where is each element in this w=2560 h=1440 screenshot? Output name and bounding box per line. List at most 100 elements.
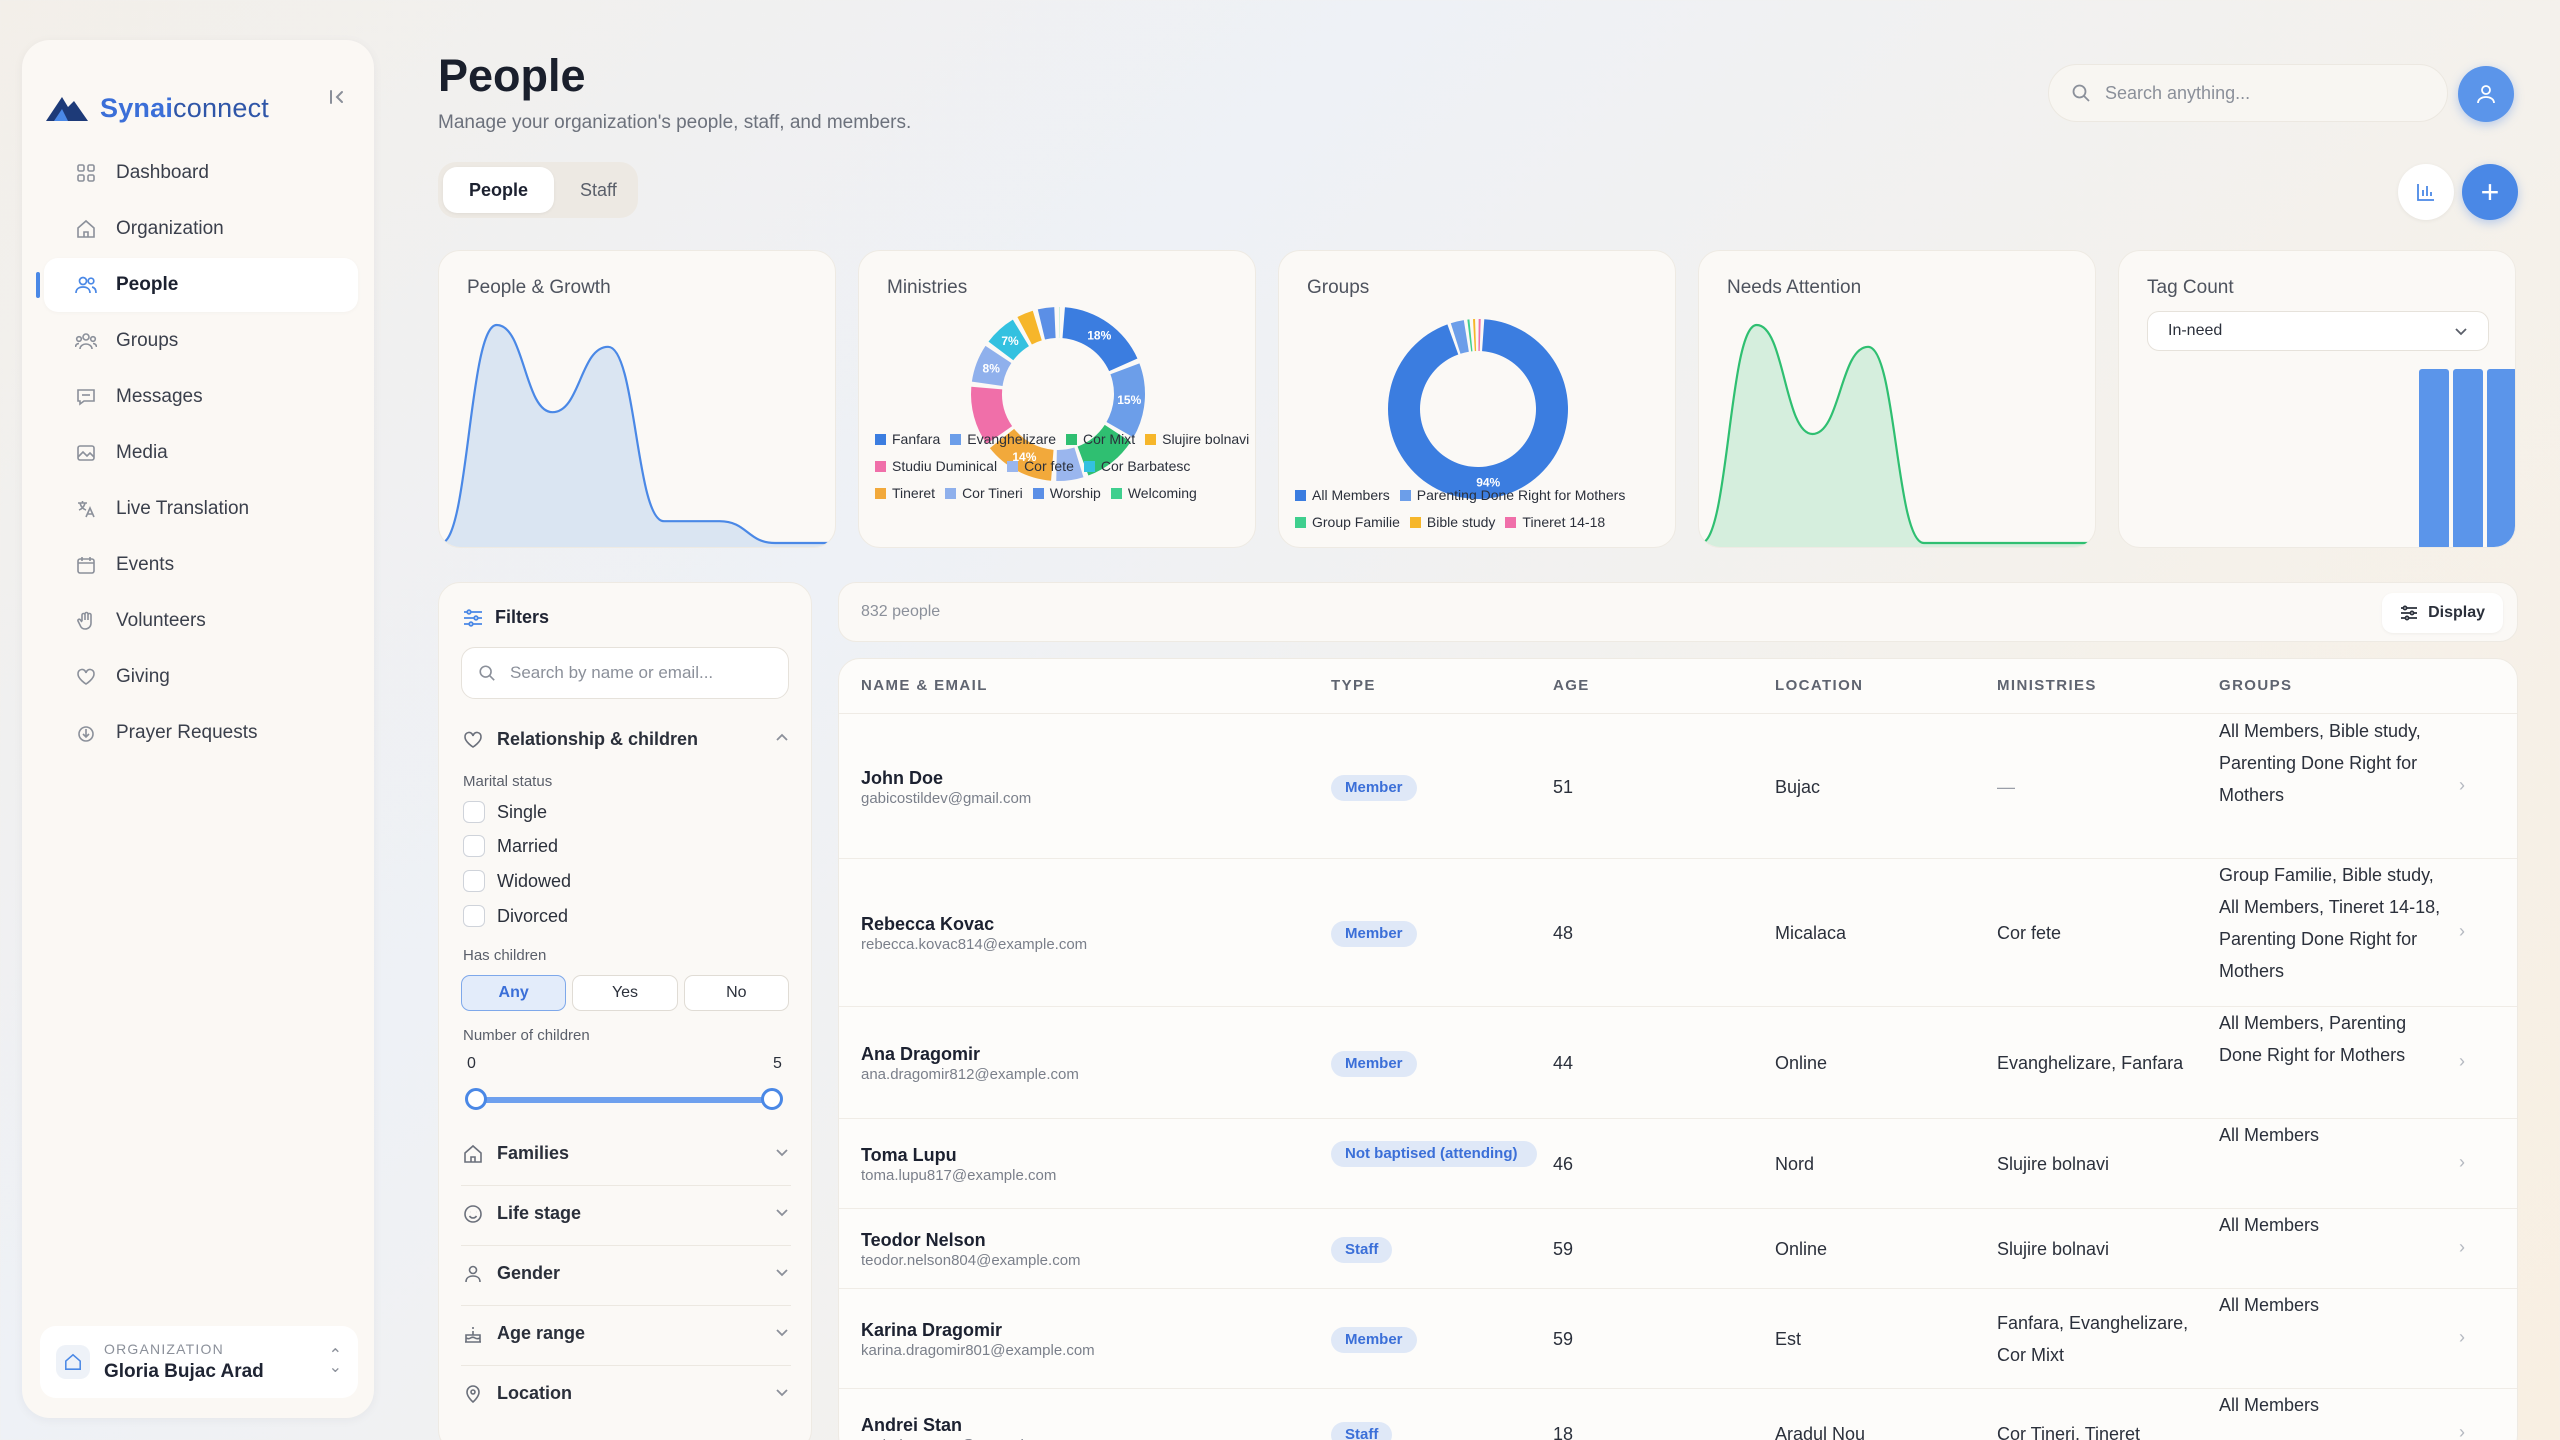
card-title: People & Growth <box>467 277 611 298</box>
legend-swatch <box>1065 433 1077 445</box>
legend-item: Group Familie <box>1295 514 1400 530</box>
user-avatar-button[interactable] <box>2458 66 2514 122</box>
location-cell: Online <box>1775 1239 1828 1259</box>
calendar-icon <box>74 553 98 577</box>
chevron-right-icon[interactable]: › <box>2459 1422 2465 1440</box>
slice-bible-study[interactable] <box>1472 319 1477 352</box>
section-life-stage[interactable]: Life stage <box>463 1203 789 1224</box>
slice-group-familie[interactable] <box>1467 319 1473 352</box>
children-range-track[interactable] <box>477 1097 773 1103</box>
sidebar-item-people[interactable]: People <box>36 258 358 312</box>
person-name[interactable]: Toma Lupu <box>861 1144 1056 1166</box>
range-thumb-min[interactable] <box>465 1088 487 1110</box>
sidebar-item-messages[interactable]: Messages <box>44 370 358 424</box>
sidebar-item-groups[interactable]: Groups <box>44 314 358 368</box>
checkbox-box[interactable] <box>463 905 485 927</box>
section-families[interactable]: Families <box>463 1143 789 1164</box>
tag-bar[interactable] <box>2487 369 2516 548</box>
chevron-right-icon[interactable]: › <box>2459 1051 2465 1072</box>
checkbox-box[interactable] <box>463 870 485 892</box>
checkbox-divorced[interactable]: Divorced <box>463 905 568 927</box>
app-logo[interactable]: Synaiconnect <box>44 80 269 136</box>
table-row[interactable]: Andrei Stan andrei.stan819@example.com S… <box>839 1389 2517 1440</box>
person-name[interactable]: Teodor Nelson <box>861 1229 1081 1251</box>
legend-label: Parenting Done Right for Mothers <box>1416 487 1626 503</box>
section-relationship-children[interactable]: Relationship & children <box>463 729 789 750</box>
sidebar-item-label: Dashboard <box>116 162 209 183</box>
slice-welcoming[interactable] <box>1058 307 1060 339</box>
home-icon <box>74 217 98 241</box>
search-placeholder: Search anything... <box>2105 82 2251 103</box>
table-row[interactable]: John Doe gabicostildev@gmail.com Member … <box>839 715 2517 859</box>
table-row[interactable]: Karina Dragomir karina.dragomir801@examp… <box>839 1289 2517 1389</box>
legend-item: Cor Tineri <box>945 485 1023 501</box>
filter-search-input[interactable]: Search by name or email... <box>461 647 789 699</box>
sidebar-item-giving[interactable]: Giving <box>44 650 358 704</box>
person-name[interactable]: Rebecca Kovac <box>861 913 1087 935</box>
checkbox-married[interactable]: Married <box>463 835 558 857</box>
table-row[interactable]: Rebecca Kovac rebecca.kovac814@example.c… <box>839 859 2517 1007</box>
column-header-age[interactable]: AGE <box>1553 677 1590 694</box>
organization-switcher[interactable]: ORGANIZATION Gloria Bujac Arad ⌃ ⌄ <box>40 1326 358 1398</box>
slice-all-members[interactable] <box>1388 319 1568 499</box>
section-gender[interactable]: Gender <box>463 1263 789 1284</box>
person-email: karina.dragomir801@example.com <box>861 1342 1095 1359</box>
option-no[interactable]: No <box>683 975 789 1011</box>
tag-bar[interactable] <box>2453 369 2483 548</box>
range-thumb-max[interactable] <box>761 1088 783 1110</box>
slice-worship[interactable] <box>1037 307 1056 340</box>
collapse-sidebar-icon[interactable] <box>320 80 354 114</box>
chevron-right-icon[interactable]: › <box>2459 1327 2465 1348</box>
legend-swatch <box>1032 487 1044 499</box>
person-name[interactable]: Ana Dragomir <box>861 1043 1079 1065</box>
table-row[interactable]: Toma Lupu toma.lupu817@example.com Not b… <box>839 1119 2517 1209</box>
tab-people[interactable]: People <box>443 167 555 213</box>
column-header-name[interactable]: NAME & EMAIL <box>861 677 988 694</box>
display-options-button[interactable]: Display <box>2382 593 2503 633</box>
option-any[interactable]: Any <box>461 975 567 1011</box>
table-row[interactable]: Teodor Nelson teodor.nelson804@example.c… <box>839 1209 2517 1289</box>
slice-tineret-14-18[interactable] <box>1478 319 1481 352</box>
card-ministries: Ministries 18% 15% 14% 8% 7% Fanfara Evanghel… <box>858 250 1256 548</box>
person-name[interactable]: Karina Dragomir <box>861 1319 1095 1341</box>
chevron-right-icon[interactable]: › <box>2459 775 2465 796</box>
column-header-location[interactable]: LOCATION <box>1775 677 1863 694</box>
chevron-right-icon[interactable]: › <box>2459 1237 2465 1258</box>
checkbox-box[interactable] <box>463 835 485 857</box>
sidebar-item-events[interactable]: Events <box>44 538 358 592</box>
checkbox-single[interactable]: Single <box>463 801 547 823</box>
chevron-right-icon[interactable]: › <box>2459 1152 2465 1173</box>
location-cell: Micalaca <box>1775 923 1847 943</box>
tag-bar[interactable] <box>2419 369 2449 548</box>
ministries-cell: Evanghelizare, Fanfara <box>1997 1053 2184 1073</box>
legend-label: Evanghelizare <box>967 431 1056 447</box>
area-fill <box>1701 325 2091 547</box>
column-header-ministries[interactable]: MINISTRIES <box>1997 677 2097 694</box>
analytics-button[interactable] <box>2398 164 2454 220</box>
legend-swatch <box>875 460 886 472</box>
sidebar-item-media[interactable]: Media <box>44 426 358 480</box>
global-search-input[interactable]: Search anything... <box>2048 64 2448 122</box>
person-name[interactable]: Andrei Stan <box>861 1414 1065 1436</box>
filters-title: Filters <box>495 607 550 627</box>
sidebar-item-volunteers[interactable]: Volunteers <box>44 594 358 648</box>
option-yes[interactable]: Yes <box>572 975 678 1011</box>
add-person-button[interactable]: + <box>2462 164 2518 220</box>
sidebar-item-label: Organization <box>116 218 224 239</box>
table-row[interactable]: Ana Dragomir ana.dragomir812@example.com… <box>839 1007 2517 1119</box>
sidebar-item-organization[interactable]: Organization <box>44 202 358 256</box>
sidebar-item-dashboard[interactable]: Dashboard <box>44 146 358 200</box>
section-age-range[interactable]: Age range <box>463 1323 789 1344</box>
sidebar-item-live-translation[interactable]: Live Translation <box>44 482 358 536</box>
tab-staff[interactable]: Staff <box>554 167 643 213</box>
chevron-right-icon[interactable]: › <box>2459 921 2465 942</box>
groups-cell: All Members <box>2219 1215 2320 1235</box>
section-location[interactable]: Location <box>463 1383 789 1404</box>
plus-icon: + <box>2480 173 2500 210</box>
sidebar-item-prayer-requests[interactable]: Prayer Requests <box>44 706 358 760</box>
checkbox-widowed[interactable]: Widowed <box>463 870 571 892</box>
person-name[interactable]: John Doe <box>861 767 1031 789</box>
checkbox-box[interactable] <box>463 801 485 823</box>
column-header-groups[interactable]: GROUPS <box>2219 677 2292 694</box>
column-header-type[interactable]: TYPE <box>1331 677 1376 694</box>
